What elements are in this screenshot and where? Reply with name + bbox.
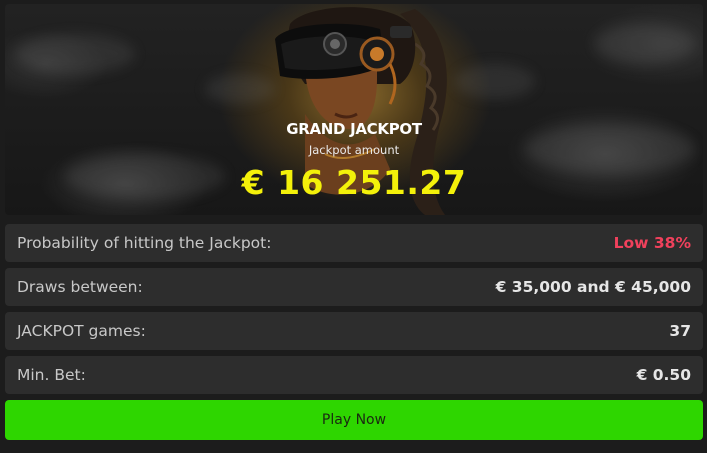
detail-label: Draws between: [17,278,143,296]
play-now-button[interactable]: Play Now [5,400,703,440]
jackpot-amount-label: Jackpot amount [308,143,400,157]
jackpot-amount: € 16 251.27 [241,163,467,202]
jackpot-widget: GRAND JACKPOT Jackpot amount € 16 251.27… [0,0,707,453]
detail-row-games: JACKPOT games: 37 [5,312,703,350]
detail-value: 37 [669,322,691,340]
jackpot-banner: GRAND JACKPOT Jackpot amount € 16 251.27 [5,4,703,215]
detail-label: Min. Bet: [17,366,86,384]
detail-label: Probability of hitting the Jackpot: [17,234,272,252]
jackpot-info: GRAND JACKPOT Jackpot amount € 16 251.27 [5,119,703,202]
jackpot-title: GRAND JACKPOT [286,120,422,138]
detail-row-min-bet: Min. Bet: € 0.50 [5,356,703,394]
detail-value: € 35,000 and € 45,000 [495,278,691,296]
detail-label: JACKPOT games: [17,322,146,340]
jackpot-details: Probability of hitting the Jackpot: Low … [5,224,703,394]
detail-value: Low 38% [613,234,691,252]
detail-row-probability: Probability of hitting the Jackpot: Low … [5,224,703,262]
detail-row-draws: Draws between: € 35,000 and € 45,000 [5,268,703,306]
detail-value: € 0.50 [636,366,691,384]
